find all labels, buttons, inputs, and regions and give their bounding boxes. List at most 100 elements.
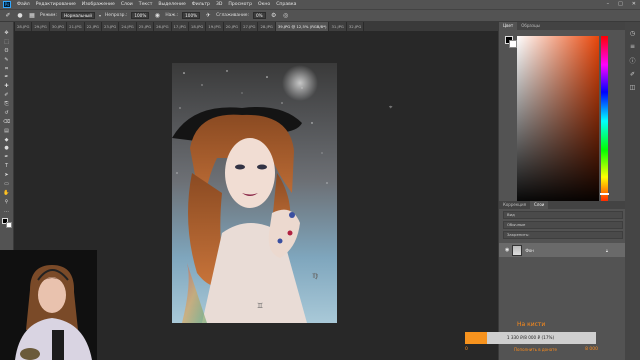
hand-tool-icon[interactable]: ✋: [2, 190, 11, 197]
tab-document[interactable]: 31.JPG: [329, 22, 347, 31]
shape-tool-icon[interactable]: ▭: [2, 181, 11, 188]
brush-size-icon[interactable]: ●: [16, 12, 24, 20]
toolbar-color-swatches[interactable]: [1, 218, 12, 229]
brush-settings-icon[interactable]: ▦: [28, 12, 36, 20]
hue-slider[interactable]: [601, 36, 608, 206]
photoshop-logo-icon[interactable]: Ps: [3, 1, 11, 8]
toolbar-background-swatch[interactable]: [5, 222, 12, 229]
lock-options[interactable]: Закрепить:: [503, 231, 623, 239]
menu-bar: Ps Файл Редактирование Изображение Слои …: [0, 0, 640, 9]
airbrush-icon[interactable]: ✈: [204, 12, 212, 20]
gradient-tool-icon[interactable]: ▤: [2, 128, 11, 135]
tab-document[interactable]: 26.JPG: [154, 22, 172, 31]
tab-document[interactable]: 23.JPG: [101, 22, 120, 31]
menu-view[interactable]: Просмотр: [228, 2, 252, 7]
tab-document[interactable]: 24.JPG: [119, 22, 137, 31]
path-select-tool-icon[interactable]: ➤: [2, 172, 11, 179]
goal-amount: 1 330 ₽/8 000 ₽ (17%): [506, 335, 555, 340]
menu-3d[interactable]: 3D: [216, 2, 222, 7]
channels-icon[interactable]: ◫: [630, 84, 636, 91]
artwork-image[interactable]: ♍ ♊: [172, 63, 337, 323]
type-tool-icon[interactable]: T: [2, 163, 11, 170]
layers-panel-tabs: Коррекция Слои: [499, 201, 626, 209]
color-panel-tabs: Цвет Образцы: [499, 22, 625, 30]
tab-document[interactable]: 20.JPG: [223, 22, 242, 31]
history-icon[interactable]: ◷: [630, 30, 635, 37]
tab-swatches[interactable]: Образцы: [517, 22, 544, 30]
size-pressure-icon[interactable]: ◎: [282, 12, 290, 20]
mode-select[interactable]: Нормальный: [60, 12, 95, 19]
layer-name[interactable]: Фон: [525, 248, 534, 253]
brush-tool-icon[interactable]: ✐: [2, 92, 11, 99]
menu-select[interactable]: Выделение: [158, 2, 185, 7]
menu-edit[interactable]: Редактирование: [36, 2, 76, 7]
tab-document[interactable]: 17.JPG: [171, 22, 189, 31]
crop-tool-icon[interactable]: ⌗: [2, 66, 11, 73]
background-color-swatch[interactable]: [509, 40, 517, 48]
tab-document[interactable]: 21.JPG: [67, 22, 85, 31]
menu-file[interactable]: Файл: [17, 2, 30, 7]
blur-tool-icon[interactable]: ◆: [2, 137, 11, 144]
flow-field[interactable]: 100%: [182, 12, 201, 19]
svg-text:♍: ♍: [312, 272, 319, 280]
goal-progress-bar: 1 330 ₽/8 000 ₽ (17%): [465, 332, 596, 344]
lasso-tool-icon[interactable]: ʘ: [2, 48, 11, 55]
close-icon[interactable]: ✕: [632, 1, 636, 7]
menu-window[interactable]: Окно: [258, 2, 270, 7]
hue-slider-handle[interactable]: [600, 193, 609, 196]
tab-document[interactable]: 25.JPG: [136, 22, 155, 31]
tab-document[interactable]: 29.JPG: [32, 22, 50, 31]
zoom-tool-icon[interactable]: ⚲: [2, 199, 11, 206]
chevron-down-icon[interactable]: ▾: [99, 13, 101, 18]
smoothing-field[interactable]: 0%: [253, 12, 266, 19]
tab-color[interactable]: Цвет: [499, 22, 518, 30]
maximize-icon[interactable]: □: [618, 1, 623, 7]
info-icon[interactable]: ⓘ: [629, 56, 635, 65]
quick-select-tool-icon[interactable]: ✎: [2, 57, 11, 64]
brush-preset-icon[interactable]: ✐: [4, 12, 12, 20]
tab-adjustments[interactable]: Коррекция: [499, 201, 530, 209]
menu-type[interactable]: Текст: [139, 2, 153, 7]
history-brush-tool-icon[interactable]: ↺: [2, 110, 11, 117]
layer-filter-select[interactable]: Вид: [503, 211, 623, 219]
saturation-value-picker[interactable]: [517, 36, 599, 206]
blend-mode-select[interactable]: Обычные: [503, 221, 623, 229]
tab-active-document[interactable]: 39.JPG @ 12,5% (RGB/8*): [275, 22, 330, 31]
dodge-tool-icon[interactable]: ●: [2, 145, 11, 152]
pen-tool-icon[interactable]: ✒: [2, 154, 11, 161]
layer-row-background[interactable]: ◉ Фон 🔒︎: [499, 243, 626, 257]
photoshop-window: Ps Файл Редактирование Изображение Слои …: [0, 0, 640, 360]
tab-document[interactable]: 18.JPG: [188, 22, 207, 31]
healing-tool-icon[interactable]: ✚: [2, 83, 11, 90]
tab-document[interactable]: 30.JPG: [49, 22, 68, 31]
crosshair-cursor-icon: ⌖: [389, 104, 393, 111]
visibility-eye-icon[interactable]: ◉: [505, 247, 509, 253]
opacity-field[interactable]: 100%: [131, 12, 150, 19]
color-swatches[interactable]: [505, 36, 517, 48]
tab-document[interactable]: 19.JPG: [206, 22, 224, 31]
tab-document[interactable]: 32.JPG: [346, 22, 365, 31]
tab-layers[interactable]: Слои: [529, 201, 549, 209]
eraser-tool-icon[interactable]: ⌫: [2, 119, 11, 126]
minimize-icon[interactable]: –: [607, 1, 610, 7]
properties-icon[interactable]: ≡: [630, 43, 635, 50]
tab-document[interactable]: 28.JPG: [15, 22, 33, 31]
menu-layers[interactable]: Слои: [121, 2, 133, 7]
clone-stamp-tool-icon[interactable]: ⎘: [2, 101, 11, 108]
tab-document[interactable]: 28.JPG: [258, 22, 276, 31]
opacity-pressure-icon[interactable]: ◉: [153, 12, 161, 20]
gear-icon[interactable]: ⚙: [270, 12, 278, 20]
goal-start-value: 0: [465, 347, 468, 352]
menu-filter[interactable]: Фильтр: [192, 2, 210, 7]
brush-settings-icon[interactable]: ✐: [630, 71, 635, 78]
more-tools-icon[interactable]: …: [2, 208, 11, 215]
marquee-tool-icon[interactable]: ⬚: [2, 39, 11, 46]
collapsed-panels-strip: ◷ ≡ ⓘ ✐ ◫: [625, 22, 640, 360]
menu-help[interactable]: Справка: [276, 2, 296, 7]
tab-document[interactable]: 22.JPG: [84, 22, 102, 31]
tab-document[interactable]: 27.JPG: [241, 22, 259, 31]
eyedropper-tool-icon[interactable]: ✒: [2, 74, 11, 81]
menu-image[interactable]: Изображение: [82, 2, 115, 7]
move-tool-icon[interactable]: ✥: [2, 30, 11, 37]
webcam-overlay: [0, 250, 97, 360]
